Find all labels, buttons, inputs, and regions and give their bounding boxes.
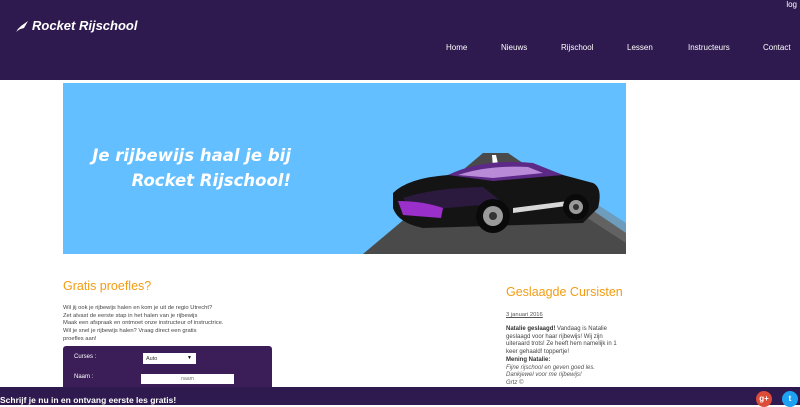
rocket-icon xyxy=(16,20,28,32)
proefles-section: Gratis proefles? Wil jij ook je rijbewij… xyxy=(63,279,278,344)
chevron-down-icon: ▼ xyxy=(187,355,192,361)
nav-nieuws[interactable]: Nieuws xyxy=(501,43,527,52)
main-nav: Home Nieuws Rijschool Lessen Instructeur… xyxy=(0,43,800,55)
nav-instructeurs[interactable]: Instructeurs xyxy=(688,43,730,52)
intro-line: Zet alvast de eerste stap in het halen v… xyxy=(63,312,198,319)
brand-logo[interactable]: Rocket Rijschool xyxy=(16,18,137,33)
quote-line: Grtz © xyxy=(506,379,524,386)
proefles-title: Gratis proefles? xyxy=(63,279,152,293)
intro-line: Wil je snel je rijbewijs halen? Vraag di… xyxy=(63,328,197,335)
geslaagde-title: Geslaagde Cursisten xyxy=(506,285,623,299)
login-link[interactable]: log xyxy=(786,0,797,9)
geslaagde-section: Geslaagde Cursisten 3 januari 2016 Natal… xyxy=(506,285,626,388)
site-header: Rocket Rijschool log Home Nieuws Rijscho… xyxy=(0,0,800,80)
curses-label: Curses : xyxy=(74,354,97,360)
nav-rijschool[interactable]: Rijschool xyxy=(561,43,593,52)
quote-line: Dankjewel voor me rijbewijs! xyxy=(506,372,582,379)
intro-line: Wil jij ook je rijbewijs halen en kom je… xyxy=(63,305,213,311)
mening-label: Mening Natalie: xyxy=(506,356,551,363)
quote-line: Fijne rijschool en geven goed les. xyxy=(506,364,596,371)
brand-name: Rocket Rijschool xyxy=(32,18,138,33)
hero-headline: Je rijbewijs haal je bij Rocket Rijschoo… xyxy=(81,143,291,193)
nav-lessen[interactable]: Lessen xyxy=(627,43,653,52)
proefles-intro: Wil jij ook je rijbewijs halen en kom je… xyxy=(63,305,268,344)
signup-bar[interactable]: Schrijf je nu in en ontvang eerste les g… xyxy=(0,387,800,405)
naam-input[interactable] xyxy=(141,374,234,384)
nav-contact[interactable]: Contact xyxy=(763,43,791,52)
news-body: Natalie geslaagd! Vandaag is Natalie ges… xyxy=(506,326,626,388)
signup-text[interactable]: Schrijf je nu in en ontvang eerste les g… xyxy=(0,395,176,405)
hero-line-1: Je rijbewijs haal je bij xyxy=(92,146,291,165)
naam-label: Naam : xyxy=(74,374,94,380)
hero-banner: Je rijbewijs haal je bij Rocket Rijschoo… xyxy=(63,83,626,254)
news-headline: Natalie geslaagd! xyxy=(506,326,556,332)
nav-home[interactable]: Home xyxy=(446,43,467,52)
hero-line-2: Rocket Rijschool! xyxy=(131,171,291,190)
intro-line: Maak een afspraak en ontmoet onze instru… xyxy=(63,320,224,327)
news-date[interactable]: 3 januari 2016 xyxy=(506,312,626,318)
intro-line: proefles aan! xyxy=(63,335,97,342)
